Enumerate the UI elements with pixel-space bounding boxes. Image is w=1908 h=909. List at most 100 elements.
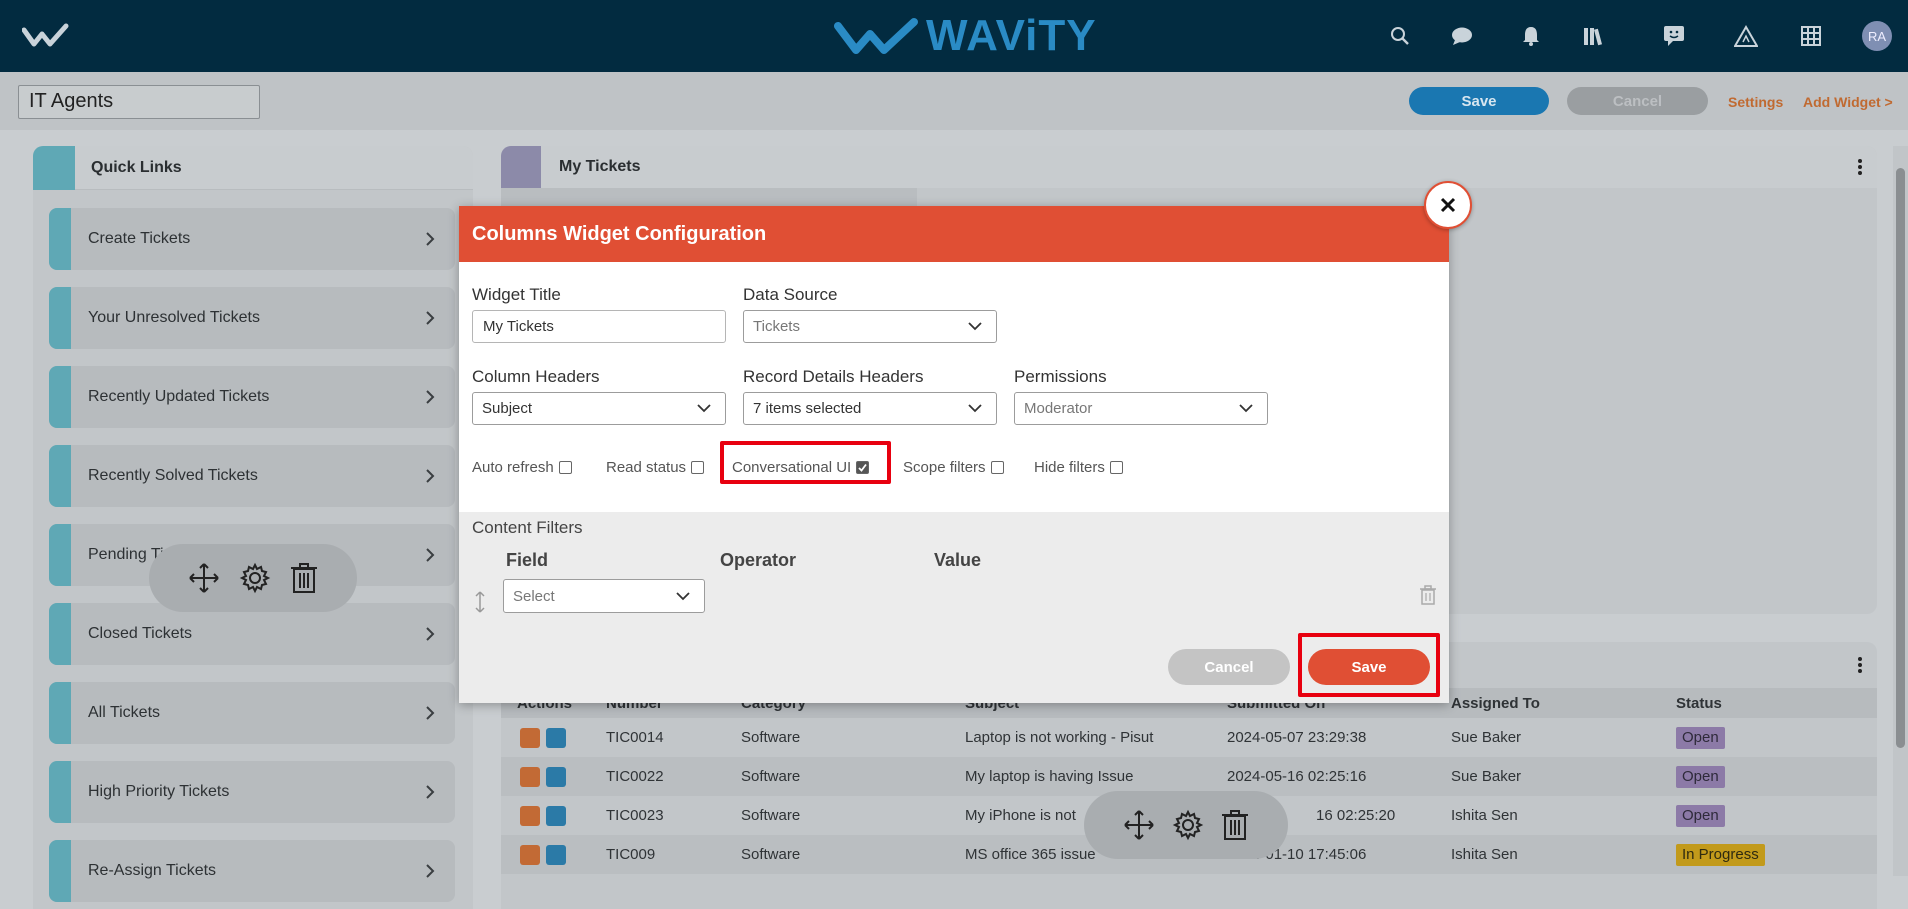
quick-link-label: High Priority Tickets <box>88 783 230 800</box>
read-status-toggle[interactable]: Read status <box>606 459 705 476</box>
data-source-label: Data Source <box>743 285 838 304</box>
panel-accent <box>501 146 541 188</box>
drag-handle-icon[interactable] <box>473 590 487 614</box>
ticket-number[interactable]: TIC0022 <box>606 768 664 785</box>
auto-refresh-toggle[interactable]: Auto refresh <box>472 459 572 476</box>
trash-icon[interactable] <box>290 562 318 594</box>
chevron-right-icon <box>426 785 435 799</box>
my-tickets-title: My Tickets <box>559 158 641 175</box>
filter-value-header: Value <box>934 550 982 570</box>
permissions-select[interactable]: Moderator <box>1014 392 1268 425</box>
edit-icon[interactable] <box>520 845 540 865</box>
kebab-menu-icon[interactable] <box>1857 656 1863 674</box>
highlight-save-button <box>1298 633 1440 697</box>
read-status-label: Read status <box>606 459 687 476</box>
home-logo-icon[interactable] <box>22 22 72 50</box>
quick-link-label: All Tickets <box>88 704 161 721</box>
toolbar-save-button[interactable]: Save <box>1409 87 1549 115</box>
filter-field-header: Field <box>506 550 549 570</box>
bell-icon[interactable] <box>1517 22 1545 50</box>
widget-title-input[interactable] <box>472 310 726 343</box>
ticket-number[interactable]: TIC0023 <box>606 807 664 824</box>
ticket-category: Software <box>741 807 801 824</box>
settings-link[interactable]: Settings <box>1728 94 1783 110</box>
avatar[interactable]: RA <box>1862 21 1892 51</box>
quick-link-item[interactable]: Recently Solved Tickets <box>49 445 455 507</box>
item-accent <box>49 682 71 744</box>
dashboard-toolbar: IT Agents Save Cancel Settings Add Widge… <box>0 72 1908 130</box>
view-icon[interactable] <box>546 728 566 748</box>
alert-triangle-icon[interactable] <box>1732 22 1760 50</box>
scrollbar-thumb[interactable] <box>1896 168 1905 748</box>
edit-icon[interactable] <box>520 728 540 748</box>
ticket-assigned: Ishita Sen <box>1451 846 1518 863</box>
move-icon[interactable] <box>1123 809 1155 841</box>
hide-filters-toggle[interactable]: Hide filters <box>1034 459 1123 476</box>
quick-link-item[interactable]: High Priority Tickets <box>49 761 455 823</box>
ticket-assigned: Ishita Sen <box>1451 807 1518 824</box>
ticket-subject: My iPhone is not <box>965 807 1076 824</box>
apps-grid-icon[interactable] <box>1797 22 1825 50</box>
column-headers-value: Subject <box>482 400 533 417</box>
modal-header: Columns Widget Configuration <box>459 206 1449 262</box>
filter-operator-header: Operator <box>720 550 797 570</box>
gear-icon[interactable] <box>239 562 271 594</box>
status-badge: Open <box>1676 727 1725 749</box>
auto-refresh-label: Auto refresh <box>472 459 554 476</box>
ticket-subject: MS office 365 issue <box>965 846 1096 863</box>
view-icon[interactable] <box>546 845 566 865</box>
chevron-right-icon <box>426 390 435 404</box>
scope-filters-toggle[interactable]: Scope filters <box>903 459 1004 476</box>
chevron-right-icon <box>426 706 435 720</box>
view-icon[interactable] <box>546 806 566 826</box>
quick-link-label: Recently Solved Tickets <box>88 467 258 484</box>
chevron-right-icon <box>426 548 435 562</box>
trash-icon[interactable] <box>1221 809 1249 841</box>
chat-icon[interactable] <box>1448 22 1476 50</box>
feedback-icon[interactable] <box>1660 22 1688 50</box>
ticket-category: Software <box>741 846 801 863</box>
quick-link-item[interactable]: Closed Tickets <box>49 603 455 665</box>
item-accent <box>49 524 71 586</box>
quick-link-item[interactable]: Recently Updated Tickets <box>49 366 455 428</box>
add-widget-link[interactable]: Add Widget > <box>1803 94 1893 110</box>
auto-refresh-checkbox[interactable] <box>558 461 572 474</box>
chevron-right-icon <box>426 232 435 246</box>
toolbar-cancel-button[interactable]: Cancel <box>1567 87 1708 115</box>
scope-filters-checkbox[interactable] <box>990 461 1004 474</box>
modal-cancel-button[interactable]: Cancel <box>1168 649 1290 685</box>
page-scrollbar[interactable] <box>1893 146 1908 876</box>
my-tickets-header: My Tickets <box>501 146 1877 188</box>
move-icon[interactable] <box>188 562 220 594</box>
edit-icon[interactable] <box>520 767 540 787</box>
ticket-number[interactable]: TIC009 <box>606 846 655 863</box>
ticket-number[interactable]: TIC0014 <box>606 729 664 746</box>
gear-icon[interactable] <box>1172 809 1204 841</box>
quick-link-item[interactable]: Re-Assign Tickets <box>49 840 455 902</box>
record-details-label: Record Details Headers <box>743 367 924 386</box>
wavity-mark-icon <box>834 18 918 54</box>
modal-close-button[interactable] <box>1424 181 1472 229</box>
record-details-select[interactable]: 7 items selected <box>743 392 997 425</box>
column-headers-select[interactable]: Subject <box>472 392 726 425</box>
chevron-down-icon <box>968 322 982 331</box>
highlight-conversational-ui <box>720 441 891 484</box>
dashboard-title-input[interactable]: IT Agents <box>18 85 260 119</box>
quick-link-item[interactable]: Your Unresolved Tickets <box>49 287 455 349</box>
edit-icon[interactable] <box>520 806 540 826</box>
permissions-value: Moderator <box>1024 400 1093 417</box>
table-row[interactable]: TIC0014 Software Laptop is not working -… <box>501 718 1877 757</box>
library-icon[interactable] <box>1580 22 1608 50</box>
quick-link-item[interactable]: All Tickets <box>49 682 455 744</box>
ticket-assigned: Sue Baker <box>1451 729 1522 746</box>
data-source-select[interactable]: Tickets <box>743 310 997 343</box>
filter-field-select[interactable]: Select <box>503 579 705 613</box>
search-icon[interactable] <box>1386 22 1414 50</box>
chevron-down-icon <box>676 591 690 600</box>
kebab-menu-icon[interactable] <box>1857 158 1863 176</box>
quick-link-item[interactable]: Create Tickets <box>49 208 455 270</box>
view-icon[interactable] <box>546 767 566 787</box>
trash-icon[interactable] <box>1419 585 1437 605</box>
hide-filters-checkbox[interactable] <box>1109 461 1123 474</box>
read-status-checkbox[interactable] <box>691 461 705 474</box>
